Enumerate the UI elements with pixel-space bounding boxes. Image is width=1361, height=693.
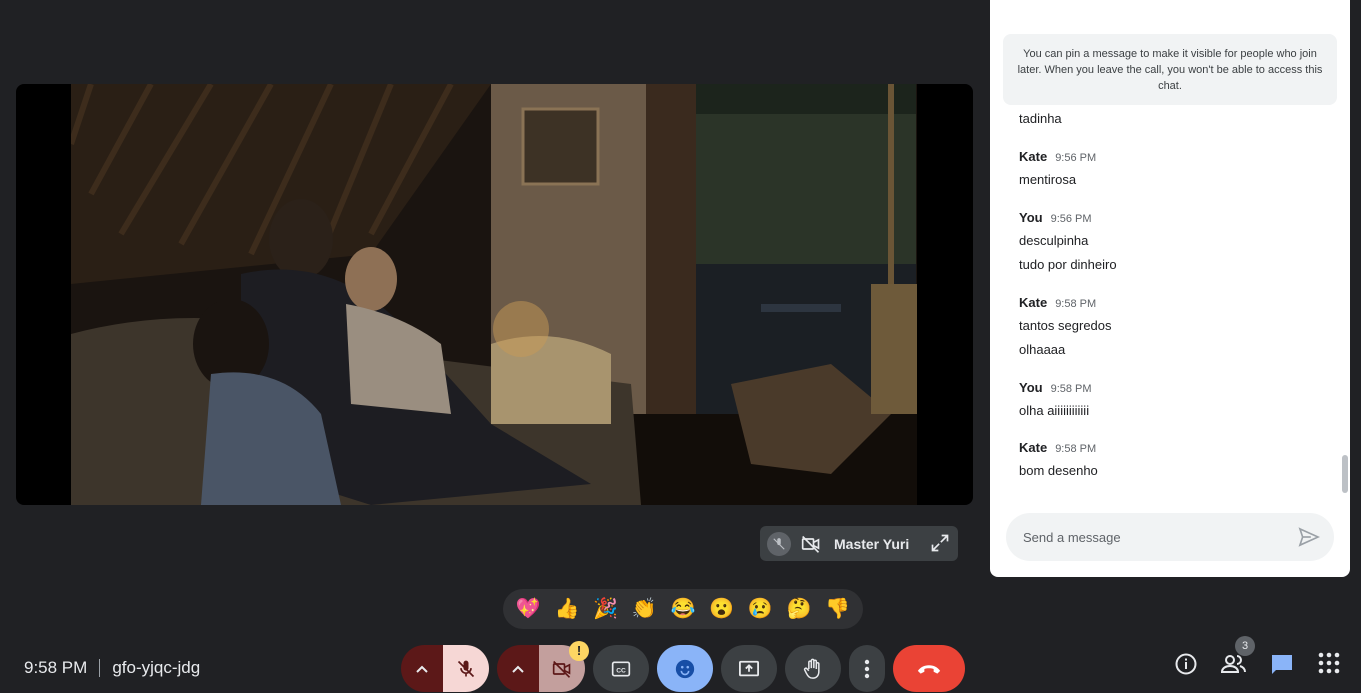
mic-toggle-button[interactable] [443,645,489,692]
camera-off-icon [552,660,571,678]
divider [99,659,101,677]
meeting-info: 9:58 PM gfo-yjqc-jdg [24,658,200,678]
self-preview-tile: Master Yuri [760,526,958,561]
message-text: bom desenho [1019,463,1098,478]
reaction-thumbs-up[interactable]: 👍 [550,589,584,629]
message-text: desculpinha [1019,233,1089,248]
emoji-smile-icon [675,659,695,678]
more-options-button[interactable] [849,645,885,692]
apps-grid-icon [1318,652,1340,674]
message-sender: Kate [1019,295,1048,310]
message-time: 9:58 PM [1050,383,1092,395]
reaction-thinking[interactable]: 🤔 [782,589,816,629]
chat-scrollbar[interactable] [1342,455,1348,493]
message-group: Kate 9:58 PM tantos segredos olhaaaa [1019,295,1112,362]
present-screen-button[interactable] [721,645,777,692]
svg-text:CC: CC [616,667,626,674]
message-time: 9:58 PM [1055,443,1097,455]
reaction-thumbs-down[interactable]: 👎 [821,589,855,629]
present-screen-icon [739,660,759,676]
people-button[interactable] [1220,652,1247,681]
camera-warning-badge: ! [569,641,589,661]
send-icon [1298,527,1321,547]
message-text: tudo por dinheiro [1019,257,1117,272]
more-vert-icon [864,659,870,678]
message-group: Kate 9:58 PM bom desenho [1019,440,1098,483]
chat-message-list[interactable]: tadinha Kate 9:56 PM mentirosa You 9:56 PM… [1019,105,1329,495]
participant-name: Master Yuri [834,535,910,552]
message-time: 9:58 PM [1055,298,1097,310]
reaction-laugh[interactable]: 😂 [666,589,700,629]
send-button[interactable] [1298,527,1321,552]
audio-options-button[interactable] [401,645,444,692]
message-group: Kate 9:56 PM mentirosa [1019,149,1096,192]
reaction-heart[interactable]: 💖 [511,589,545,629]
chat-button[interactable] [1270,652,1294,681]
chat-panel: You can pin a message to make it visible… [990,0,1350,577]
reaction-clap[interactable]: 👏 [627,589,661,629]
participant-count-badge: 3 [1235,636,1255,656]
video-frame [71,84,917,505]
meeting-time: 9:58 PM [24,658,88,677]
message-input[interactable] [1021,528,1285,546]
message-text: tadinha [1019,111,1062,126]
activities-button[interactable] [1318,652,1340,679]
message-sender: You [1019,210,1043,225]
message-text: olhaaaa [1019,342,1066,357]
message-sender: You [1019,380,1043,395]
mic-control-group [401,645,489,692]
info-icon [1175,653,1197,675]
message-sender: Kate [1019,440,1048,455]
main-video-tile [16,84,973,505]
message-time: 9:56 PM [1050,213,1092,225]
reactions-bar: 💖 👍 🎉 👏 😂 😮 😢 🤔 👎 [503,589,863,629]
leave-call-button[interactable] [893,645,965,692]
hand-icon [803,658,820,679]
message-sender: Kate [1019,149,1048,164]
chat-icon [1272,655,1292,674]
video-options-button[interactable] [497,645,540,692]
camera-off-icon [800,534,822,554]
reactions-button[interactable] [657,645,713,692]
reaction-surprised[interactable]: 😮 [705,589,739,629]
expand-icon[interactable] [930,533,950,558]
message-text: olha aiiiiiiiiiiii [1019,403,1090,418]
captions-button[interactable]: CC [593,645,649,692]
meeting-details-button[interactable] [1174,652,1198,681]
meeting-code[interactable]: gfo-yjqc-jdg [112,658,200,678]
mic-off-icon [767,531,791,556]
message-group: You 9:58 PM olha aiiiiiiiiiiii [1019,380,1092,423]
raise-hand-button[interactable] [785,645,841,692]
pin-notice: You can pin a message to make it visible… [1003,34,1337,105]
mic-off-icon [457,660,475,677]
closed-captions-icon: CC [611,661,631,676]
reaction-party[interactable]: 🎉 [589,589,623,629]
hang-up-icon [917,664,941,674]
reaction-sad[interactable]: 😢 [743,589,777,629]
message-time: 9:56 PM [1055,152,1097,164]
message-text: tantos segredos [1019,318,1112,333]
message-composer [1006,513,1334,561]
chevron-up-icon [416,665,428,673]
message-text: mentirosa [1019,172,1077,187]
chevron-up-icon [512,665,524,673]
message-group: You 9:56 PM desculpinha tudo por dinheiro [1019,210,1117,277]
